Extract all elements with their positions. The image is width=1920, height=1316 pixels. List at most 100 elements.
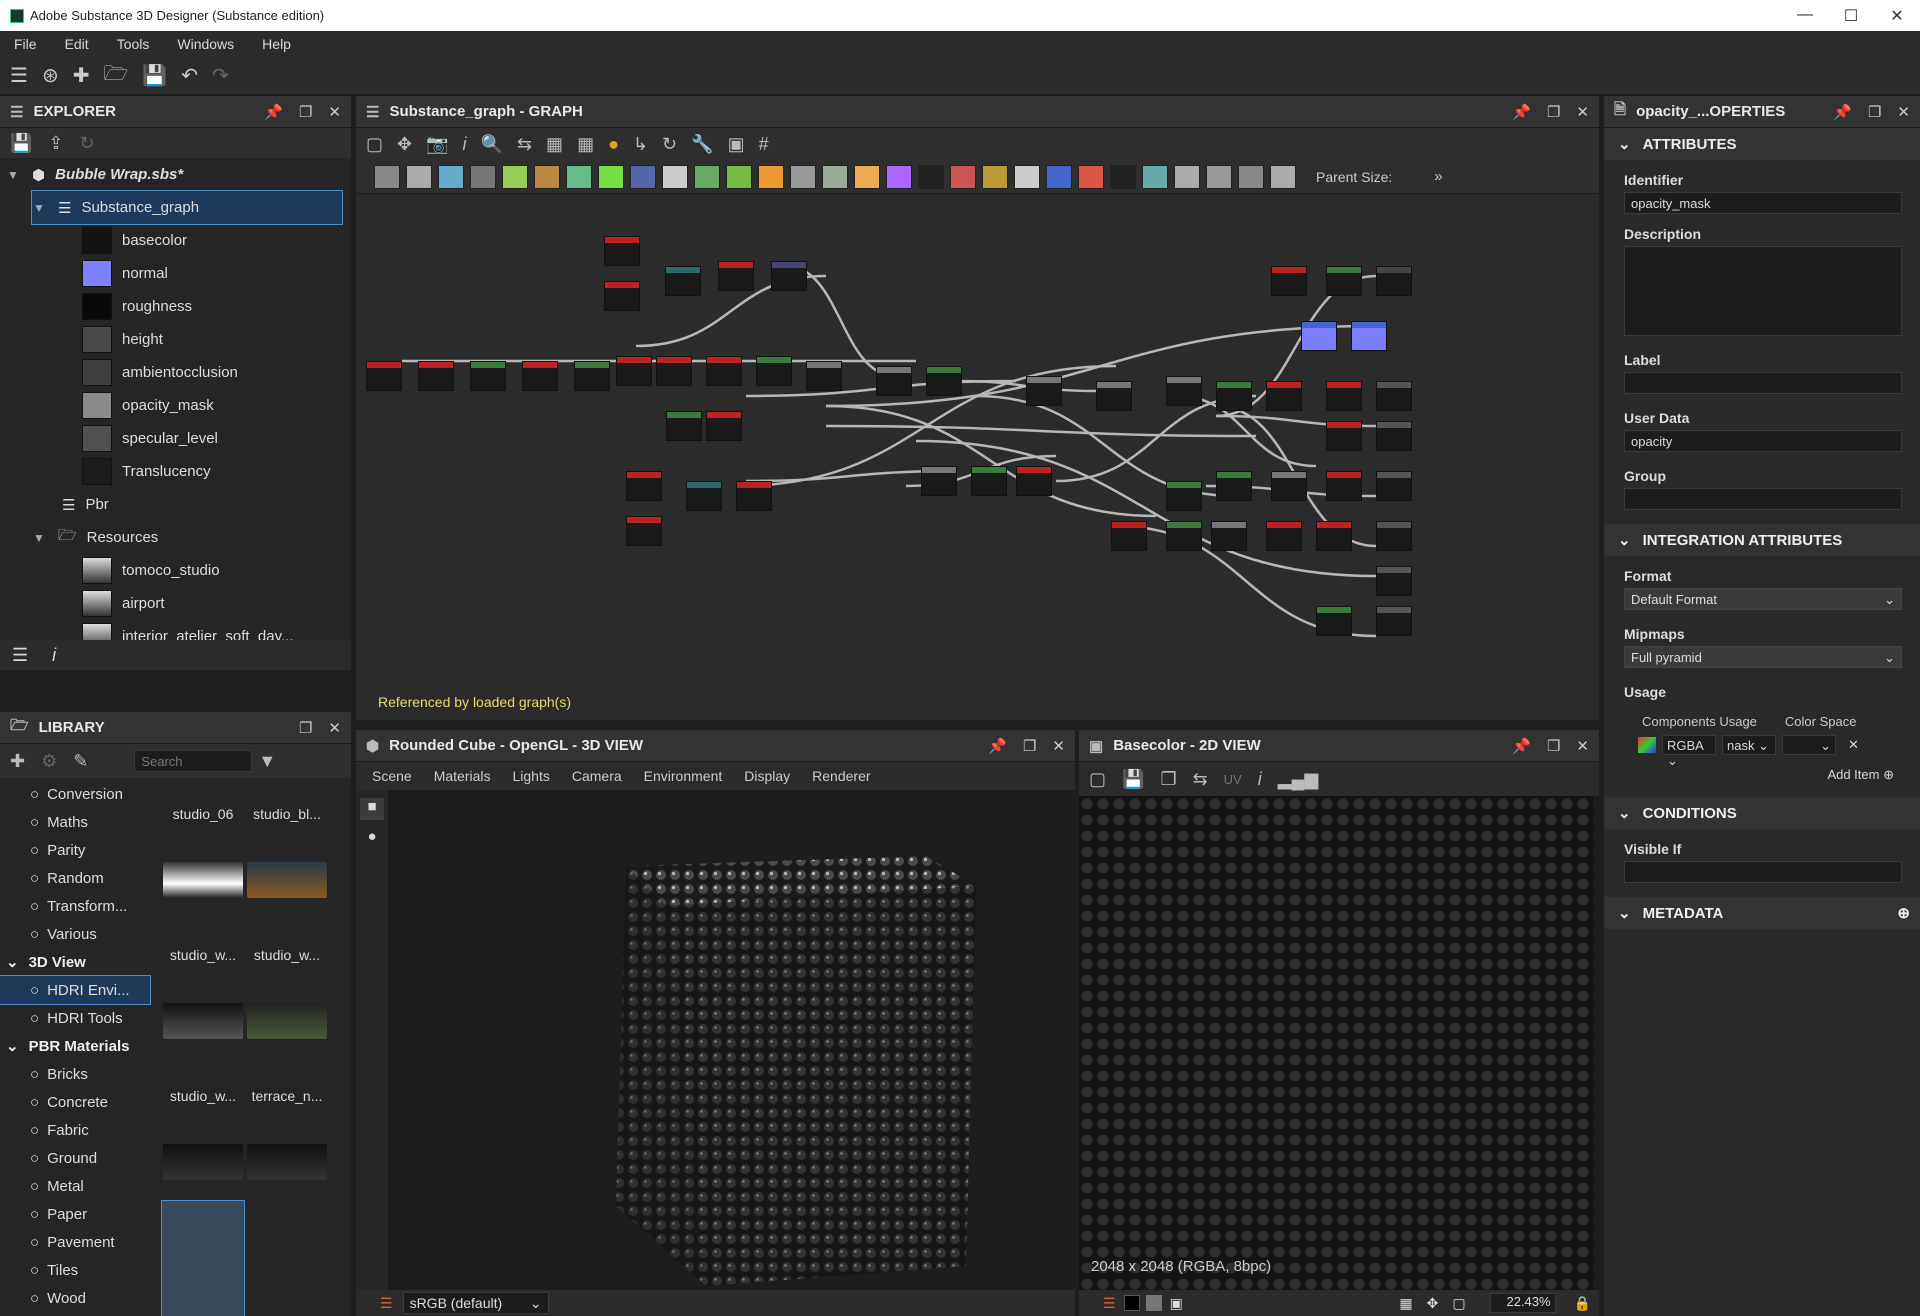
graph-node[interactable] — [718, 261, 754, 291]
atomic-node-icon[interactable] — [502, 164, 528, 189]
graph-node[interactable] — [1376, 606, 1412, 636]
zoom-input[interactable]: 22.43% — [1489, 1293, 1556, 1313]
graph-node[interactable] — [1376, 381, 1412, 411]
graph-node[interactable] — [1271, 471, 1307, 501]
atomic-node-icon[interactable] — [694, 164, 720, 189]
graph-node[interactable] — [604, 281, 640, 311]
save-package-icon[interactable]: 💾 — [10, 133, 32, 154]
view3d-tab[interactable]: Environment — [644, 768, 723, 784]
zoom-fit-icon[interactable]: ▢ — [1452, 1295, 1465, 1312]
graph-node[interactable] — [616, 356, 652, 386]
copy-icon[interactable]: ❐ — [1160, 769, 1176, 790]
atomic-node-icon[interactable] — [1142, 164, 1168, 189]
graph-node[interactable] — [1096, 381, 1132, 411]
atomic-node-icon[interactable] — [854, 164, 880, 189]
path-icon[interactable]: ↳ — [633, 134, 648, 155]
grid-icon[interactable]: ▦ — [577, 134, 594, 155]
mipmaps-select[interactable]: Full pyramid ⌄ — [1624, 646, 1902, 668]
transform-icon[interactable]: ✥ — [1427, 1295, 1439, 1312]
graph-node[interactable] — [736, 481, 772, 511]
atomic-node-icon[interactable] — [982, 164, 1008, 189]
info-icon[interactable]: i — [52, 645, 56, 666]
camera-icon[interactable]: ■ — [360, 798, 384, 820]
redo-icon[interactable]: ↷ — [212, 63, 229, 88]
graph-node[interactable] — [1216, 471, 1252, 501]
graph-node[interactable] — [1301, 321, 1337, 351]
identifier-field[interactable]: opacity_mask — [1624, 192, 1902, 214]
integration-section[interactable]: ⌄ INTEGRATION ATTRIBUTES — [1604, 524, 1920, 556]
pin-icon[interactable]: 📌 — [988, 737, 1007, 755]
library-thumb[interactable]: studio_06 — [162, 778, 244, 919]
3d-cube-render[interactable] — [556, 826, 986, 1286]
rotate-icon[interactable]: ↻ — [662, 134, 677, 155]
library-category[interactable]: ○ Maths — [0, 808, 150, 836]
pin-icon[interactable]: 📌 — [1512, 103, 1531, 121]
float-icon[interactable]: ❐ — [299, 103, 312, 121]
atomic-node-icon[interactable] — [1110, 164, 1136, 189]
tree-package[interactable]: ▼ ⬢ Bubble Wrap.sbs* — [6, 158, 351, 191]
group-field[interactable] — [1624, 488, 1902, 510]
graph-node[interactable] — [1376, 521, 1412, 551]
graph-node[interactable] — [1326, 471, 1362, 501]
usage-select[interactable]: nask ⌄ — [1722, 735, 1776, 755]
graph-node[interactable] — [656, 356, 692, 386]
atomic-node-icon[interactable] — [630, 164, 656, 189]
library-category[interactable]: ○ Various — [0, 920, 150, 948]
plus-circle-icon[interactable]: ⊕ — [1897, 904, 1910, 922]
library-category[interactable]: ○ HDRI Tools — [0, 1004, 150, 1032]
graph-node[interactable] — [876, 366, 912, 396]
atomic-node-icon[interactable] — [1014, 164, 1040, 189]
library-category[interactable]: ○ Conversion — [0, 780, 150, 808]
close-button[interactable]: ✕ — [1874, 6, 1920, 26]
library-thumb[interactable]: studio_bl... — [246, 778, 328, 919]
tree-output-item[interactable]: basecolor — [6, 224, 351, 257]
settings-icon[interactable]: ⚙ — [41, 751, 57, 772]
save-icon[interactable]: 💾 — [1122, 769, 1144, 790]
graph-node[interactable] — [366, 361, 402, 391]
close-panel-icon[interactable]: ✕ — [1052, 737, 1065, 755]
graph-node[interactable] — [771, 261, 807, 291]
library-thumb[interactable]: urban_ex... — [246, 1201, 328, 1316]
new-graph-icon[interactable]: ☰ — [10, 63, 28, 88]
graph-node[interactable] — [1166, 481, 1202, 511]
library-category[interactable]: ○ Paper — [0, 1200, 150, 1228]
tree-resource-item[interactable]: tomoco_studio — [6, 554, 351, 587]
graph-node[interactable] — [1376, 471, 1412, 501]
attributes-section[interactable]: ⌄ ATTRIBUTES — [1604, 128, 1920, 160]
menu-windows[interactable]: Windows — [163, 36, 248, 52]
graph-node[interactable] — [1376, 421, 1412, 451]
description-field[interactable] — [1624, 246, 1902, 336]
gray-swatch[interactable] — [1145, 1295, 1162, 1311]
new-package-icon[interactable]: ✚ — [73, 63, 90, 88]
library-category[interactable]: ○ Tiles — [0, 1256, 150, 1284]
library-thumb[interactable]: tomoco_... — [161, 1200, 245, 1316]
graph-node[interactable] — [756, 356, 792, 386]
filter-icon[interactable]: ▼ — [258, 751, 276, 772]
atomic-node-icon[interactable] — [662, 164, 688, 189]
pin-icon[interactable]: 📌 — [264, 103, 283, 121]
library-category[interactable]: ○ Transform... — [0, 892, 150, 920]
graph-node[interactable] — [574, 361, 610, 391]
library-category[interactable]: ○ HDRI Envi... — [0, 975, 151, 1005]
float-icon[interactable]: ❐ — [1868, 103, 1881, 121]
graph-node[interactable] — [1376, 266, 1412, 296]
label-field[interactable] — [1624, 372, 1902, 394]
preview-icon[interactable]: ▣ — [728, 134, 745, 155]
graph-node[interactable] — [686, 481, 722, 511]
graph-node[interactable] — [806, 361, 842, 391]
hash-icon[interactable]: # — [759, 134, 769, 155]
uv-toggle[interactable]: UV — [1224, 772, 1242, 787]
maximize-button[interactable]: ☐ — [1828, 6, 1874, 26]
search-icon[interactable]: 🔍 — [481, 134, 503, 155]
atomic-node-icon[interactable] — [470, 164, 496, 189]
atomic-node-icon[interactable] — [1206, 164, 1232, 189]
graph-node[interactable] — [1166, 521, 1202, 551]
atomic-node-icon[interactable] — [406, 164, 432, 189]
graph-node[interactable] — [1316, 521, 1352, 551]
graph-node[interactable] — [926, 366, 962, 396]
atomic-node-icon[interactable] — [598, 164, 624, 189]
menu-file[interactable]: File — [0, 36, 51, 52]
library-category[interactable]: ⌄ PBR Materials — [0, 1032, 150, 1060]
atomic-node-icon[interactable] — [1078, 164, 1104, 189]
export-icon[interactable]: ⇪ — [48, 133, 63, 154]
